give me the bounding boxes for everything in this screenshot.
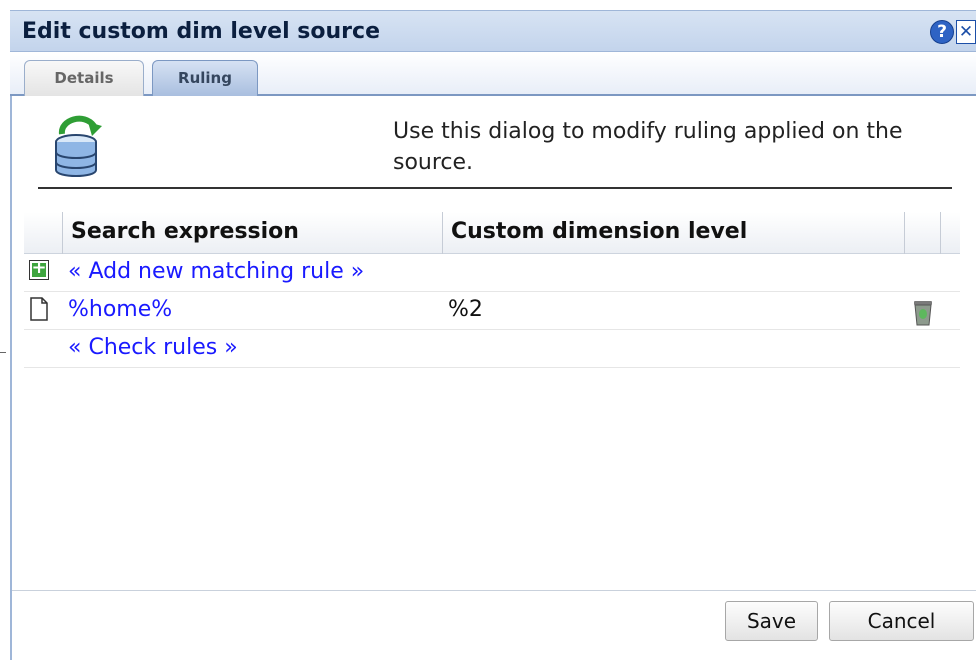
cancel-button[interactable]: Cancel bbox=[829, 601, 974, 641]
dialog-title-bar: Edit custom dim level source ? ✕ bbox=[10, 10, 976, 52]
dialog-title: Edit custom dim level source bbox=[22, 19, 380, 44]
table-header: Search expression Custom dimension level bbox=[24, 212, 960, 254]
help-icon[interactable]: ? bbox=[930, 20, 954, 44]
table-row: %home% %2 bbox=[24, 292, 960, 330]
add-new-matching-rule-link[interactable]: « Add new matching rule » bbox=[68, 259, 364, 284]
dialog-body bbox=[10, 96, 976, 660]
database-refresh-icon bbox=[55, 115, 102, 177]
check-rules-row: « Check rules » bbox=[24, 330, 960, 368]
dialog-footer: Save Cancel bbox=[12, 590, 976, 661]
add-rule-row: « Add new matching rule » bbox=[24, 254, 960, 292]
column-header-extra bbox=[940, 212, 960, 254]
check-rules-link[interactable]: « Check rules » bbox=[68, 335, 238, 360]
column-header-search-expression: Search expression bbox=[62, 212, 442, 254]
separator-line bbox=[38, 187, 952, 189]
window-edge-mark bbox=[0, 352, 6, 353]
search-expression-link[interactable]: %home% bbox=[68, 297, 172, 322]
trash-icon[interactable] bbox=[910, 296, 936, 326]
custom-dimension-level-value: %2 bbox=[448, 297, 483, 322]
tab-details[interactable]: Details bbox=[24, 60, 144, 96]
intro-text: Use this dialog to modify ruling applied… bbox=[393, 119, 903, 175]
tab-ruling[interactable]: Ruling bbox=[152, 60, 258, 96]
close-icon[interactable]: ✕ bbox=[956, 20, 976, 44]
column-header-action bbox=[904, 212, 940, 254]
document-icon bbox=[30, 297, 48, 321]
column-header-custom-dimension-level: Custom dimension level bbox=[442, 212, 904, 254]
tab-strip: Details Ruling bbox=[10, 52, 976, 96]
add-icon[interactable] bbox=[29, 257, 49, 280]
save-button[interactable]: Save bbox=[725, 601, 818, 641]
